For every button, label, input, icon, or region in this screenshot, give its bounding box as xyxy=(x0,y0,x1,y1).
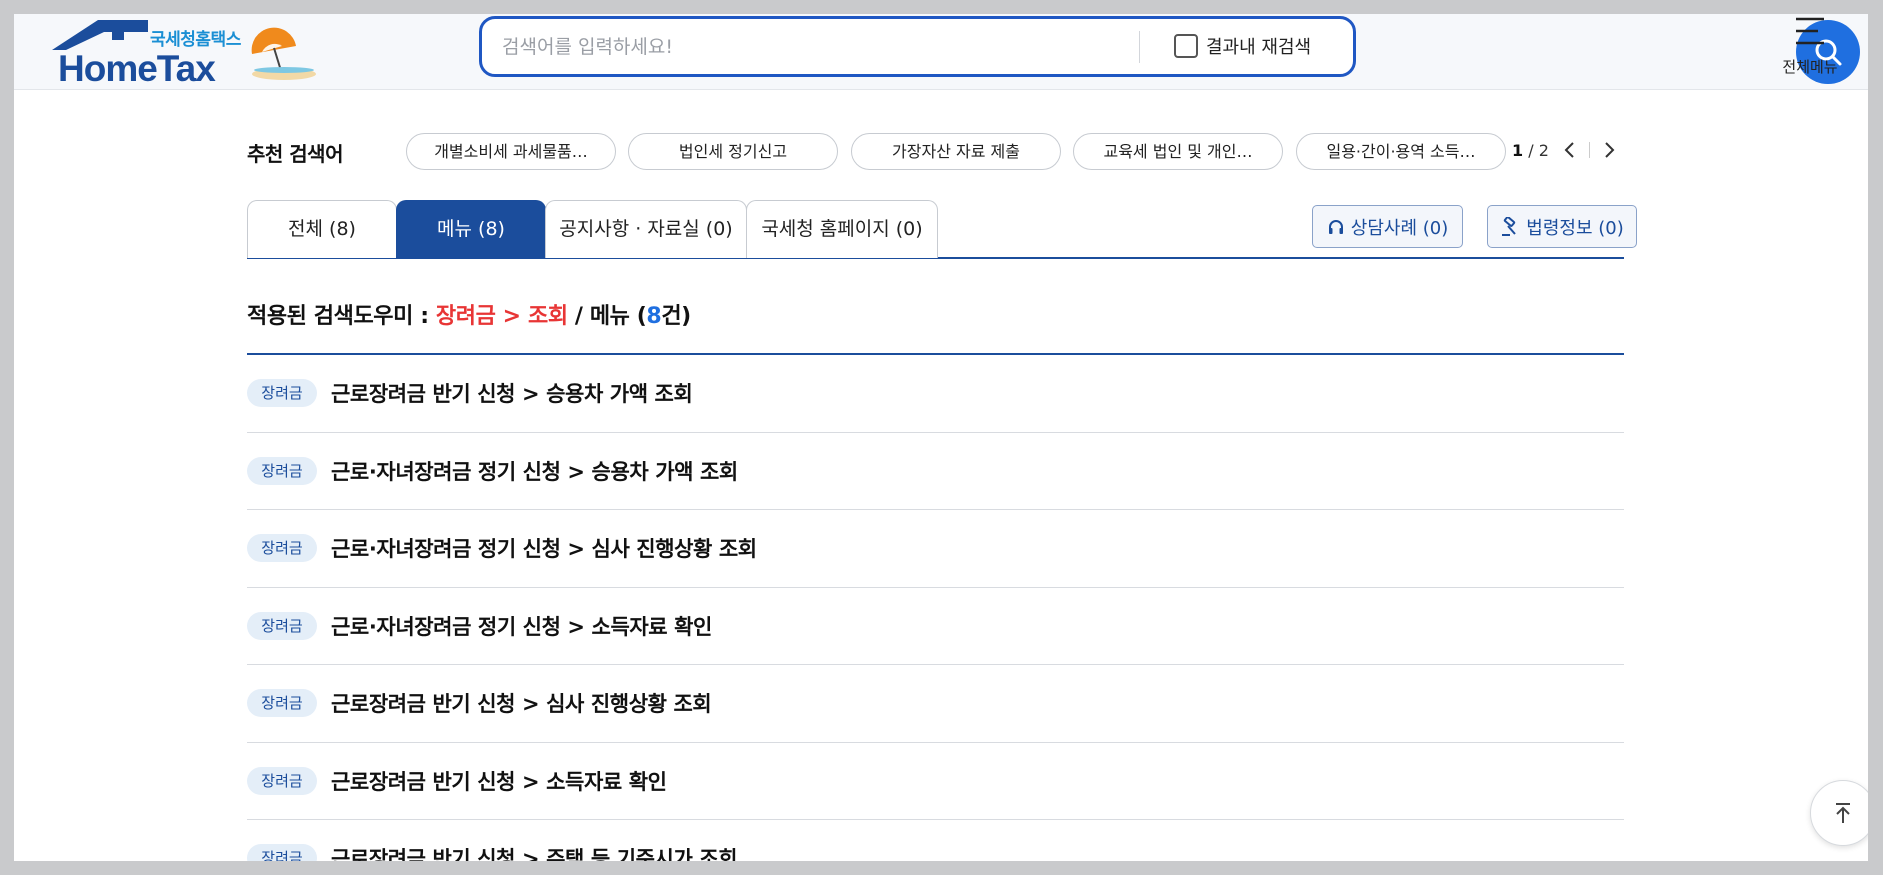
pager-total: 2 xyxy=(1538,140,1549,160)
filter-path: 장려금 > 조회 xyxy=(435,304,568,329)
result-title[interactable]: 근로·자녀장려금 정기 신청 > 심사 진행상황 조회 xyxy=(331,533,757,563)
list-item[interactable]: 장려금 근로장려금 반기 신청 > 주택 등 기준시가 조회 xyxy=(247,820,1624,861)
filter-count: 8 xyxy=(646,304,662,329)
beach-umbrella-icon xyxy=(251,27,316,80)
site-header: 국세청홈택스 HomeTax 결과내 재검색 xyxy=(14,14,1868,90)
list-item[interactable]: 장려금 근로·자녀장려금 정기 신청 > 심사 진행상황 조회 xyxy=(247,510,1624,588)
result-title[interactable]: 근로장려금 반기 신청 > 주택 등 기준시가 조회 xyxy=(331,843,738,861)
category-badge: 장려금 xyxy=(247,456,317,485)
filter-suffix: 건) xyxy=(661,304,691,329)
hometax-logo[interactable]: 국세청홈택스 HomeTax xyxy=(36,18,316,89)
browser-viewport: 국세청홈택스 HomeTax 결과내 재검색 xyxy=(14,14,1868,861)
list-item[interactable]: 장려금 근로장려금 반기 신청 > 심사 진행상황 조회 xyxy=(247,665,1624,743)
pager-current: 1 xyxy=(1512,140,1524,160)
category-badge: 장려금 xyxy=(247,379,317,408)
category-badge: 장려금 xyxy=(247,689,317,718)
pager-divider xyxy=(1588,142,1590,158)
category-badge: 장려금 xyxy=(247,611,317,640)
tab-menu[interactable]: 메뉴 (8) xyxy=(396,200,546,258)
result-list: 장려금 근로장려금 반기 신청 > 승용차 가액 조회 장려금 근로·자녀장려금… xyxy=(247,355,1624,861)
list-item[interactable]: 장려금 근로·자녀장려금 정기 신청 > 승용차 가액 조회 xyxy=(247,433,1624,510)
result-title[interactable]: 근로장려금 반기 신청 > 심사 진행상황 조회 xyxy=(331,688,712,718)
category-badge: 장려금 xyxy=(247,844,317,861)
result-title[interactable]: 근로장려금 반기 신청 > 승용차 가액 조회 xyxy=(331,378,693,408)
arrow-up-to-top-icon xyxy=(1836,803,1850,823)
recheck-label: 결과내 재검색 xyxy=(1206,37,1312,58)
keyword-chip[interactable]: 가장자산 자료 제출 xyxy=(851,133,1061,170)
hamburger-icon xyxy=(1796,17,1824,45)
tab-nts-homepage[interactable]: 국세청 홈페이지 (0) xyxy=(746,200,938,258)
consult-cases-label: 상담사례 (0) xyxy=(1350,217,1449,239)
pager-count: 1 / 2 xyxy=(1512,141,1549,160)
pager-separator: / xyxy=(1528,140,1534,160)
chevron-right-icon xyxy=(1605,142,1615,158)
keyword-chip[interactable]: 일용·간이·용역 소득… xyxy=(1296,133,1506,170)
list-item[interactable]: 장려금 근로장려금 반기 신청 > 승용차 가액 조회 xyxy=(247,355,1624,433)
all-menu-button[interactable]: 전체메뉴 xyxy=(1772,16,1848,84)
category-badge: 장려금 xyxy=(247,766,317,795)
next-page-button[interactable] xyxy=(1598,138,1622,162)
filter-middle: / 메뉴 ( xyxy=(567,304,647,329)
search-input[interactable] xyxy=(502,31,1102,63)
keyword-chip[interactable]: 교육세 법인 및 개인… xyxy=(1073,133,1283,170)
result-tabs: 전체 (8) 메뉴 (8) 공지사항 · 자료실 (0) 국세청 홈페이지 (0… xyxy=(247,200,1637,259)
keyword-pager: 1 / 2 xyxy=(1512,138,1622,162)
list-item[interactable]: 장려금 근로장려금 반기 신청 > 소득자료 확인 xyxy=(247,743,1624,820)
result-title[interactable]: 근로·자녀장려금 정기 신청 > 소득자료 확인 xyxy=(331,611,712,641)
keyword-chip[interactable]: 개별소비세 과세물품… xyxy=(406,133,616,170)
headset-icon xyxy=(1328,219,1343,234)
result-title[interactable]: 근로·자녀장려금 정기 신청 > 승용차 가액 조회 xyxy=(331,456,738,486)
category-badge: 장려금 xyxy=(247,534,317,563)
all-menu-label: 전체메뉴 xyxy=(1782,58,1838,76)
recommended-title: 추천 검색어 xyxy=(247,142,343,166)
applied-filter-summary: 적용된 검색도우미 : 장려금 > 조회 / 메뉴 (8건) xyxy=(247,298,691,330)
chevron-left-icon xyxy=(1564,142,1574,158)
recheck-checkbox[interactable] xyxy=(1174,34,1198,58)
scroll-to-top-button[interactable] xyxy=(1810,780,1868,846)
recheck-option[interactable]: 결과내 재검색 xyxy=(1174,33,1311,59)
law-info-label: 법령정보 (0) xyxy=(1526,217,1624,239)
result-title[interactable]: 근로장려금 반기 신청 > 소득자료 확인 xyxy=(331,766,667,796)
logo-wordmark: HomeTax xyxy=(58,48,216,89)
search-box: 결과내 재검색 xyxy=(479,16,1860,84)
tab-notice[interactable]: 공지사항 · 자료실 (0) xyxy=(545,200,747,258)
list-item[interactable]: 장려금 근로·자녀장려금 정기 신청 > 소득자료 확인 xyxy=(247,588,1624,665)
prev-page-button[interactable] xyxy=(1557,138,1581,162)
gavel-icon xyxy=(1502,216,1517,236)
search-divider xyxy=(1139,31,1140,63)
logo-subtitle: 국세청홈택스 xyxy=(150,30,241,50)
law-info-button[interactable]: 법령정보 (0) xyxy=(1487,205,1637,248)
keyword-chip[interactable]: 법인세 정기신고 xyxy=(628,133,838,170)
tab-all[interactable]: 전체 (8) xyxy=(247,200,397,258)
consult-cases-button[interactable]: 상담사례 (0) xyxy=(1312,205,1463,248)
filter-prefix: 적용된 검색도우미 : xyxy=(247,304,436,329)
recommended-keywords: 추천 검색어 개별소비세 과세물품… 법인세 정기신고 가장자산 자료 제출 교… xyxy=(247,133,1624,171)
